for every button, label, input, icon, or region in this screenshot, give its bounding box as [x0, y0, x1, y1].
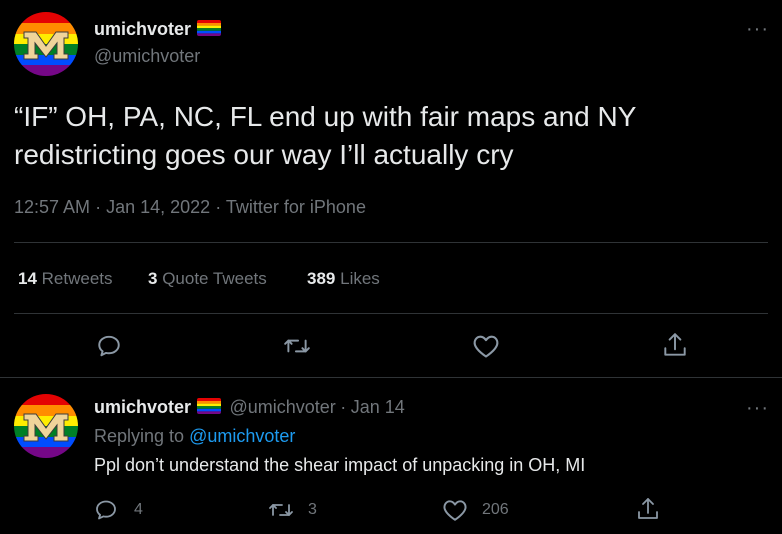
reply-like-icon[interactable]	[442, 498, 468, 522]
replying-to: Replying to @umichvoter	[94, 426, 295, 447]
more-icon[interactable]: ···	[746, 18, 769, 41]
likes-count: 389	[307, 269, 336, 288]
replying-to-prefix: Replying to	[94, 426, 185, 446]
like-count: 206	[482, 501, 509, 518]
likes-stat[interactable]: 389 Likes	[307, 269, 380, 289]
tweet-source[interactable]: Twitter for iPhone	[226, 197, 366, 217]
share-icon[interactable]	[662, 331, 688, 359]
retweet-count: 3	[308, 501, 317, 518]
tweet-text: “IF” OH, PA, NC, FL end up with fair map…	[14, 98, 754, 174]
retweets-label: Retweets	[41, 269, 113, 288]
michigan-rainbow-avatar-icon	[14, 12, 78, 76]
author-row: umichvoter	[94, 19, 222, 40]
rainbow-flag-icon	[197, 398, 222, 414]
avatar[interactable]	[14, 12, 78, 76]
reply-count: 4	[134, 501, 143, 518]
quotes-count: 3	[148, 269, 158, 288]
likes-label: Likes	[340, 269, 380, 288]
display-name[interactable]: umichvoter	[94, 19, 191, 39]
like-icon[interactable]	[472, 333, 500, 359]
retweets-stat[interactable]: 14 Retweets	[18, 269, 113, 289]
divider	[14, 242, 768, 243]
handle[interactable]: @umichvoter	[94, 46, 200, 67]
reply-display-name[interactable]: umichvoter	[94, 397, 191, 417]
michigan-rainbow-avatar-icon	[14, 394, 78, 458]
reply-avatar[interactable]	[14, 394, 78, 458]
tweet-text-line-2: redistricting goes our way I’ll actually…	[14, 139, 514, 170]
divider	[14, 313, 768, 314]
quotes-label: Quote Tweets	[162, 269, 267, 288]
reply-text: Ppl don’t understand the shear impact of…	[94, 455, 586, 475]
reply-author-row: umichvoter @umichvoter · Jan 14	[94, 397, 405, 418]
retweet-icon[interactable]	[283, 333, 311, 359]
reply-icon[interactable]	[96, 333, 122, 359]
tweet-text-line-1: “IF” OH, PA, NC, FL end up with fair map…	[14, 101, 637, 132]
reply-separator: ·	[340, 397, 347, 417]
reply-retweet-icon[interactable]	[268, 498, 294, 522]
tweet-time[interactable]: 12:57 AM	[14, 197, 90, 217]
reply-handle[interactable]: @umichvoter	[229, 397, 335, 417]
rainbow-flag-icon	[197, 20, 222, 36]
meta-separator: ·	[215, 197, 222, 217]
reply-share-icon[interactable]	[636, 496, 660, 522]
tweet-date[interactable]: Jan 14, 2022	[106, 197, 210, 217]
meta-separator: ·	[95, 197, 102, 217]
reply-more-icon[interactable]: ···	[746, 397, 769, 420]
retweets-count: 14	[18, 269, 37, 288]
quote-tweets-stat[interactable]: 3 Quote Tweets	[148, 269, 267, 289]
tweet-meta: 12:57 AM · Jan 14, 2022 · Twitter for iP…	[14, 197, 366, 218]
replying-to-link[interactable]: @umichvoter	[189, 426, 295, 446]
reply-reply-icon[interactable]	[94, 498, 118, 522]
divider	[0, 377, 782, 378]
reply-date[interactable]: Jan 14	[351, 397, 405, 417]
